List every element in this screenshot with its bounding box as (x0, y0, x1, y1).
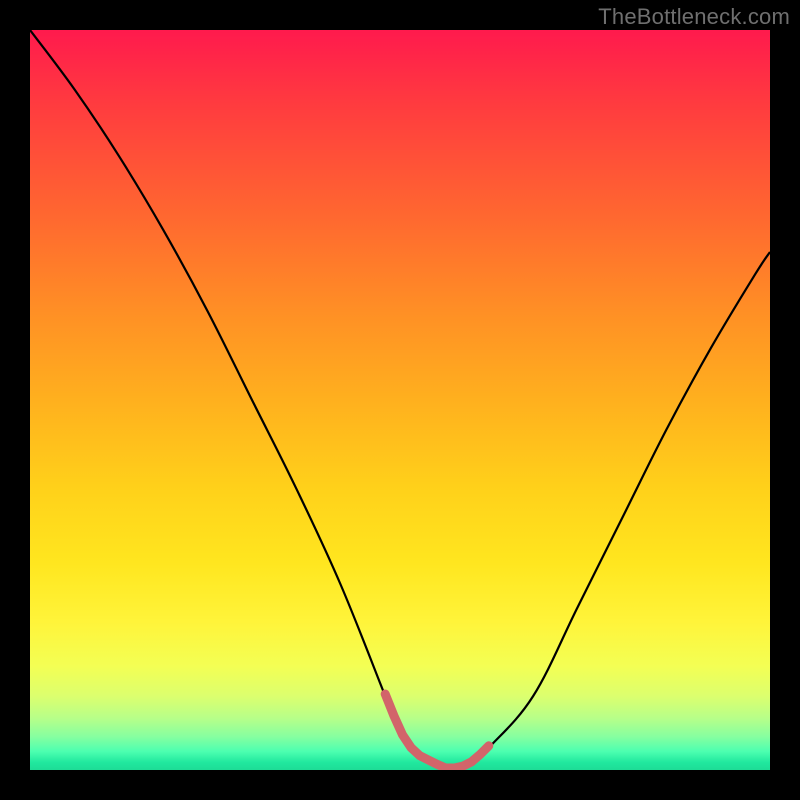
watermark-text: TheBottleneck.com (598, 4, 790, 30)
chart-frame: TheBottleneck.com (0, 0, 800, 800)
bottleneck-curve (30, 30, 770, 770)
chart-svg (30, 30, 770, 770)
valley-marker (385, 694, 489, 768)
chart-plot-area (30, 30, 770, 770)
